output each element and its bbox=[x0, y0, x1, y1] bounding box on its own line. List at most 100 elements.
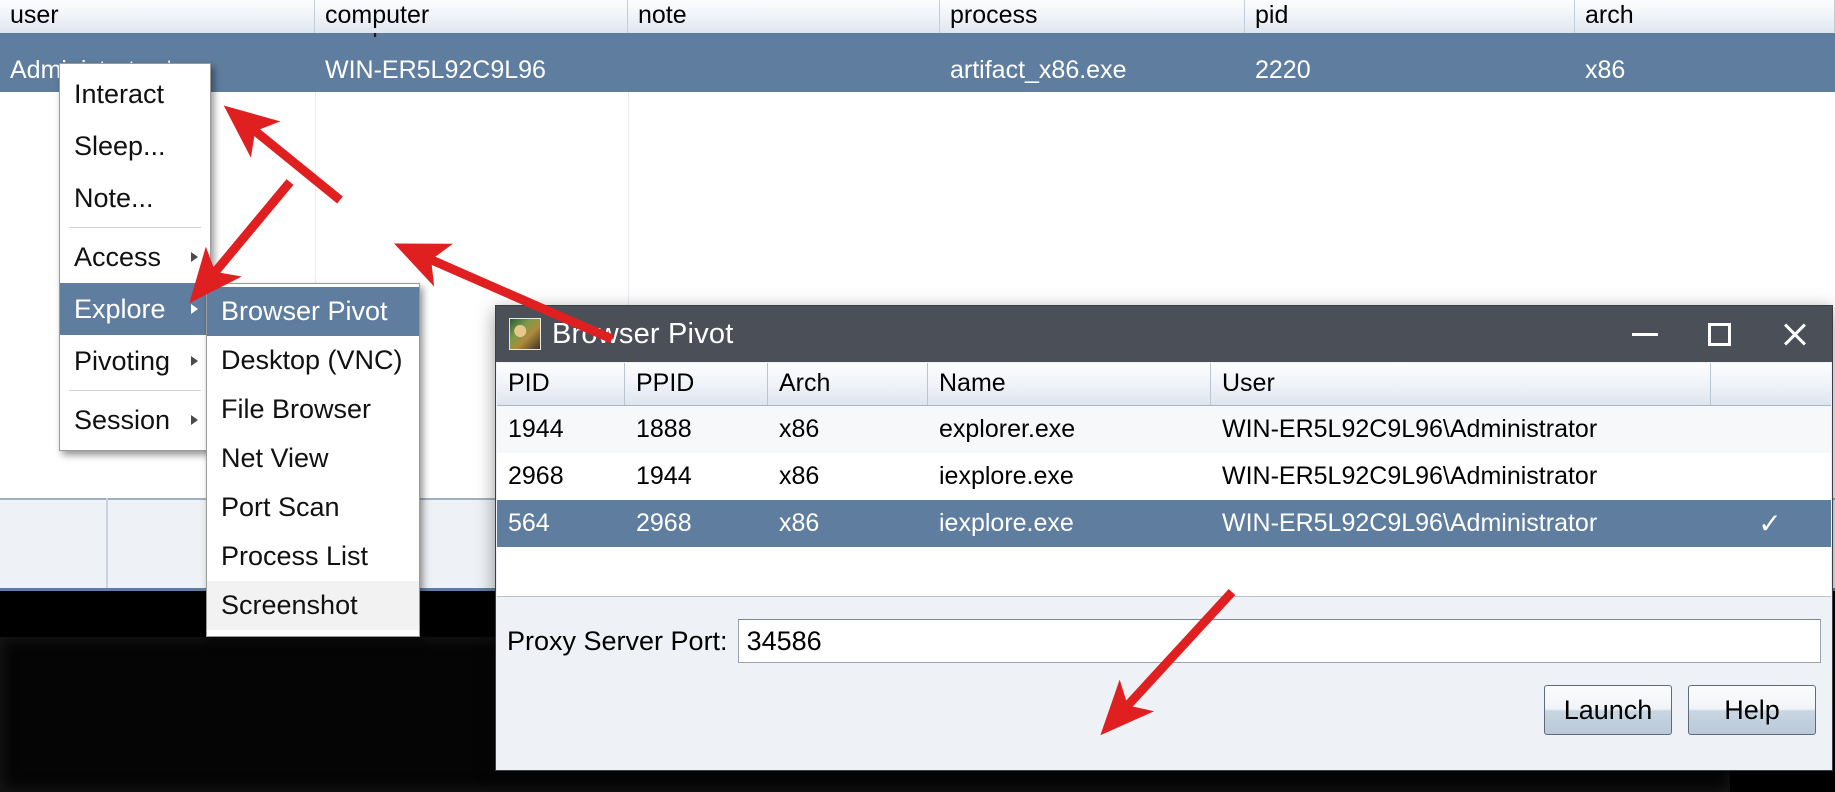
beacon-column-header-arch[interactable]: arch bbox=[1575, 0, 1835, 33]
dialog-bottom-panel: Proxy Server Port: Launch Help bbox=[497, 597, 1831, 770]
proxy-port-label: Proxy Server Port: bbox=[507, 625, 728, 656]
minimize-button[interactable] bbox=[1607, 306, 1682, 362]
process-cell-user: WIN-ER5L92C9L96\Administrator bbox=[1222, 509, 1598, 537]
maximize-button[interactable] bbox=[1682, 306, 1757, 362]
chevron-right-icon bbox=[191, 356, 198, 366]
beacon-cell-process: artifact_x86.exe bbox=[950, 56, 1127, 84]
beacon-cell-computer: computer bbox=[315, 33, 628, 49]
context-menu-item-label: Interact bbox=[74, 79, 165, 109]
context-menu-separator bbox=[69, 227, 201, 228]
beacon-cell-note bbox=[628, 49, 940, 92]
process-table-row[interactable]: 2968 1944 x86 iexplore.exe WIN-ER5L92C9L… bbox=[497, 453, 1831, 500]
process-cell-ppid: 1888 bbox=[636, 415, 692, 443]
chevron-right-icon bbox=[191, 304, 198, 314]
beacon-cell-arch: x86 bbox=[1585, 56, 1626, 84]
process-cell-ppid: 1944 bbox=[636, 462, 692, 490]
process-column-header-check[interactable] bbox=[1711, 363, 1829, 405]
beacon-cell-pid: 2220 bbox=[1255, 56, 1311, 84]
context-menu-item-label: Explore bbox=[74, 294, 166, 324]
proxy-port-row: Proxy Server Port: bbox=[507, 619, 1821, 663]
submenu-item-net-view[interactable]: Net View bbox=[207, 434, 419, 483]
beacon-table-row-clipped[interactable]: user computer bbox=[0, 33, 1835, 49]
context-menu-item-pivoting[interactable]: Pivoting bbox=[60, 335, 210, 387]
process-cell-pid: 1944 bbox=[508, 415, 564, 443]
submenu-item-label: Desktop (VNC) bbox=[221, 345, 403, 375]
lower-panel-divider bbox=[106, 498, 108, 588]
context-menu-item-label: Session bbox=[74, 405, 171, 435]
explore-submenu[interactable]: Browser Pivot Desktop (VNC) File Browser… bbox=[206, 283, 420, 637]
minimize-icon bbox=[1631, 332, 1658, 336]
submenu-item-label: File Browser bbox=[221, 394, 372, 424]
submenu-item-file-browser[interactable]: File Browser bbox=[207, 385, 419, 434]
process-cell-check bbox=[1711, 453, 1829, 500]
context-menu-item-label: Note... bbox=[74, 183, 154, 213]
process-column-header-name[interactable]: Name bbox=[928, 363, 1211, 405]
process-table-row[interactable]: 1944 1888 x86 explorer.exe WIN-ER5L92C9L… bbox=[497, 406, 1831, 453]
beacon-column-header-computer[interactable]: computer bbox=[315, 0, 628, 33]
checkmark-icon: ✓ bbox=[1758, 508, 1782, 539]
process-cell-user: WIN-ER5L92C9L96\Administrator bbox=[1222, 415, 1598, 443]
process-table-row-selected[interactable]: 564 2968 x86 iexplore.exe WIN-ER5L92C9L9… bbox=[497, 500, 1831, 547]
context-menu-item-label: Access bbox=[74, 242, 162, 272]
process-cell-arch: x86 bbox=[779, 462, 820, 490]
submenu-item-desktop-vnc[interactable]: Desktop (VNC) bbox=[207, 336, 419, 385]
browser-pivot-dialog: Browser Pivot PID PPID Arch Name User 19… bbox=[495, 305, 1833, 771]
submenu-item-screenshot[interactable]: Screenshot bbox=[207, 581, 419, 630]
process-cell-pid: 564 bbox=[508, 509, 550, 537]
beacon-table-header: user computer note process pid arch bbox=[0, 0, 1835, 35]
dialog-button-row: Launch Help bbox=[1544, 685, 1816, 735]
dialog-title: Browser Pivot bbox=[552, 317, 734, 350]
chevron-right-icon bbox=[191, 415, 198, 425]
context-menu-item-explore[interactable]: Explore bbox=[60, 283, 210, 335]
submenu-item-browser-pivot[interactable]: Browser Pivot bbox=[207, 287, 419, 336]
chevron-right-icon bbox=[191, 252, 198, 262]
process-cell-pid: 2968 bbox=[508, 462, 564, 490]
beacon-context-menu[interactable]: Interact Sleep... Note... Access Explore… bbox=[59, 63, 211, 451]
context-menu-item-sleep[interactable]: Sleep... bbox=[60, 120, 210, 172]
process-table-header: PID PPID Arch Name User bbox=[497, 363, 1831, 406]
beacon-column-header-user[interactable]: user bbox=[0, 0, 315, 33]
window-controls bbox=[1607, 306, 1832, 362]
dialog-title-bar[interactable]: Browser Pivot bbox=[496, 306, 1832, 362]
submenu-item-label: Process List bbox=[221, 541, 369, 571]
context-menu-item-session[interactable]: Session bbox=[60, 394, 210, 446]
process-column-header-arch[interactable]: Arch bbox=[768, 363, 928, 405]
close-button[interactable] bbox=[1757, 306, 1832, 362]
context-menu-item-label: Pivoting bbox=[74, 346, 171, 376]
beacon-column-header-note[interactable]: note bbox=[628, 0, 940, 33]
process-cell-ppid: 2968 bbox=[636, 509, 692, 537]
process-cell-check bbox=[1711, 406, 1829, 453]
beacon-cell-computer: WIN-ER5L92C9L96 bbox=[325, 56, 546, 84]
process-cell-name: explorer.exe bbox=[939, 415, 1076, 443]
submenu-item-label: Screenshot bbox=[221, 590, 358, 620]
maximize-icon bbox=[1708, 322, 1731, 346]
submenu-item-label: Browser Pivot bbox=[221, 296, 388, 326]
process-table: PID PPID Arch Name User 1944 1888 x86 ex… bbox=[497, 363, 1831, 597]
beacon-column-header-pid[interactable]: pid bbox=[1245, 0, 1575, 33]
process-cell-name: iexplore.exe bbox=[939, 462, 1074, 490]
process-cell-user: WIN-ER5L92C9L96\Administrator bbox=[1222, 462, 1598, 490]
context-menu-item-label: Sleep... bbox=[74, 131, 166, 161]
process-column-header-pid[interactable]: PID bbox=[497, 363, 625, 405]
launch-button[interactable]: Launch bbox=[1544, 685, 1672, 735]
submenu-item-label: Net View bbox=[221, 443, 329, 473]
proxy-port-input[interactable] bbox=[737, 619, 1821, 663]
process-column-header-user[interactable]: User bbox=[1211, 363, 1711, 405]
beacon-cell-user: user bbox=[0, 33, 315, 49]
beacon-table-row-selected[interactable]: Administrator * WIN-ER5L92C9L96 artifact… bbox=[0, 49, 1835, 92]
help-button[interactable]: Help bbox=[1688, 685, 1816, 735]
close-icon bbox=[1781, 320, 1809, 348]
submenu-item-port-scan[interactable]: Port Scan bbox=[207, 483, 419, 532]
submenu-item-process-list[interactable]: Process List bbox=[207, 532, 419, 581]
context-menu-item-note[interactable]: Note... bbox=[60, 172, 210, 224]
process-cell-arch: x86 bbox=[779, 415, 820, 443]
process-column-header-ppid[interactable]: PPID bbox=[625, 363, 768, 405]
process-cell-name: iexplore.exe bbox=[939, 509, 1074, 537]
context-menu-separator bbox=[69, 390, 201, 391]
beacon-column-header-process[interactable]: process bbox=[940, 0, 1245, 33]
context-menu-item-interact[interactable]: Interact bbox=[60, 68, 210, 120]
submenu-item-label: Port Scan bbox=[221, 492, 340, 522]
app-icon bbox=[509, 318, 541, 350]
process-cell-arch: x86 bbox=[779, 509, 820, 537]
context-menu-item-access[interactable]: Access bbox=[60, 231, 210, 283]
